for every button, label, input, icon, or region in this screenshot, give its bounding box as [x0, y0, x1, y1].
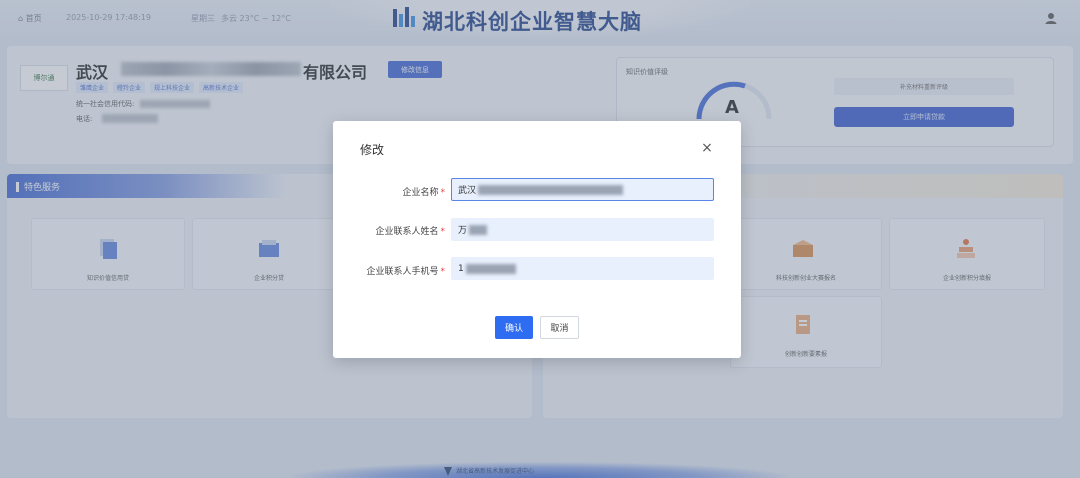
contact-phone-value: 1 — [458, 263, 464, 274]
confirm-button[interactable]: 确认 — [495, 316, 533, 339]
dialog-title: 修改 — [360, 143, 385, 157]
company-name-redacted — [478, 184, 624, 195]
contact-phone-redacted — [465, 263, 516, 274]
field-label-text: 企业名称 — [402, 188, 439, 198]
company-name-value: 武汉 — [458, 186, 477, 196]
contact-phone-label: 企业联系人手机号 * — [333, 264, 445, 277]
edit-dialog: 修改 × 企业名称 * 武汉 企业联系人姓名 * 万 企业联系人手机号 * 1 确认 … — [333, 121, 741, 358]
required-marker: * — [440, 188, 446, 198]
contact-name-value: 万 — [458, 226, 468, 236]
cancel-button[interactable]: 取消 — [540, 316, 579, 339]
contact-name-label: 企业联系人姓名 * — [333, 224, 445, 237]
contact-name-redacted — [469, 224, 488, 235]
company-name-label: 企业名称 * — [333, 185, 445, 198]
contact-phone-input[interactable]: 1 — [451, 257, 714, 280]
contact-name-input[interactable]: 万 — [451, 218, 714, 241]
field-label-text: 企业联系人姓名 — [375, 227, 439, 237]
required-marker: * — [440, 267, 446, 277]
company-name-input[interactable]: 武汉 — [451, 178, 714, 201]
required-marker: * — [440, 227, 446, 237]
close-icon[interactable]: × — [700, 141, 714, 155]
field-label-text: 企业联系人手机号 — [366, 267, 439, 277]
